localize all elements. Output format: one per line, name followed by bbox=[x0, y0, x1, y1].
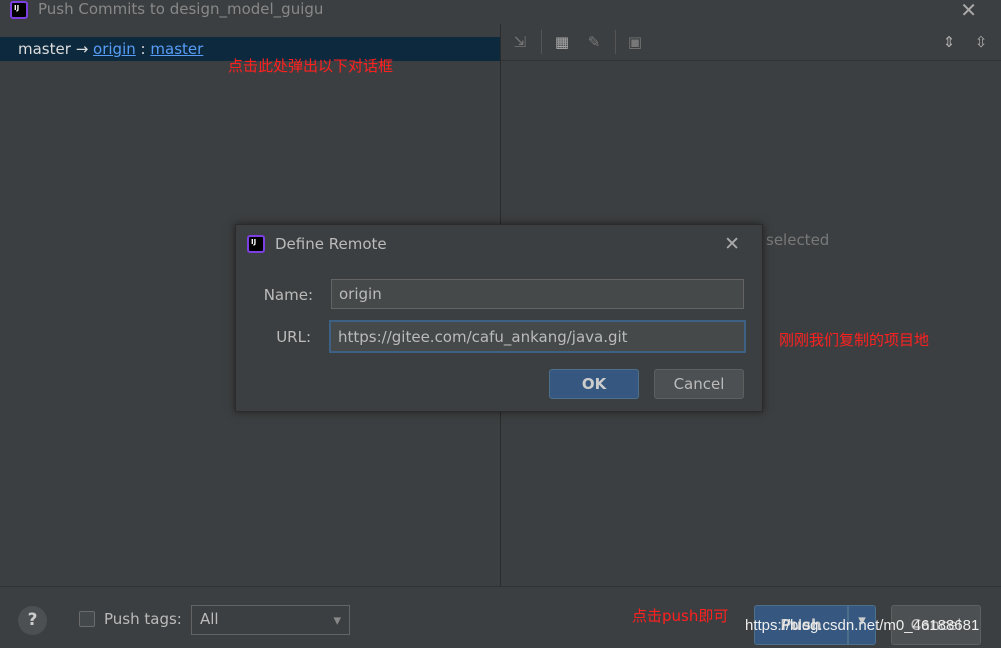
define-remote-dialog: IJ Define Remote ✕ Name: URL: OK Cancel bbox=[235, 224, 763, 412]
cherry-pick-icon[interactable]: ⇲ bbox=[511, 33, 529, 51]
annotation-click-push: 点击push即可 bbox=[632, 607, 729, 625]
expand-all-icon[interactable]: ⇕ bbox=[940, 33, 958, 51]
separator: : bbox=[140, 40, 146, 58]
arrow-icon: → bbox=[75, 40, 89, 58]
watermark: https://blog.csdn.net/m0_46188681 bbox=[745, 617, 980, 634]
name-input[interactable] bbox=[331, 279, 744, 309]
toolbar-separator bbox=[541, 30, 542, 54]
collapse-all-icon[interactable]: ⇳ bbox=[972, 33, 990, 51]
edit-icon[interactable]: ✎ bbox=[585, 33, 603, 51]
close-icon[interactable]: ✕ bbox=[960, 0, 977, 22]
group-by-icon[interactable]: ▦ bbox=[553, 33, 571, 51]
window-title: Push Commits to design_model_guigu bbox=[38, 0, 324, 18]
remote-branch-link[interactable]: master bbox=[150, 40, 203, 58]
annotation-click-here: 点击此处弹出以下对话框 bbox=[228, 57, 394, 75]
help-button[interactable]: ? bbox=[18, 606, 47, 635]
title-bar: IJ Push Commits to design_model_guigu ✕ bbox=[0, 0, 1001, 24]
annotation-copied-address: 刚刚我们复制的项目地 bbox=[779, 331, 930, 349]
tags-select-value: All bbox=[200, 610, 219, 628]
chevron-down-icon: ▾ bbox=[333, 611, 341, 629]
intellij-logo-icon: IJ bbox=[247, 235, 265, 253]
name-label: Name: bbox=[263, 286, 313, 304]
intellij-logo-icon: IJ bbox=[10, 1, 28, 19]
dialog-title: Define Remote bbox=[275, 235, 387, 253]
remote-link[interactable]: origin bbox=[93, 40, 136, 58]
empty-details-text: selected bbox=[766, 231, 830, 249]
push-tags-checkbox[interactable] bbox=[79, 611, 95, 627]
details-toolbar: ⇲ ▦ ✎ ▣ ⇕ ⇳ bbox=[501, 24, 1001, 61]
ok-button[interactable]: OK bbox=[549, 369, 639, 399]
url-label: URL: bbox=[276, 328, 311, 346]
toolbar-separator bbox=[615, 30, 616, 54]
save-icon[interactable]: ▣ bbox=[626, 33, 644, 51]
dialog-close-icon[interactable]: ✕ bbox=[724, 233, 740, 255]
url-input[interactable] bbox=[329, 320, 746, 353]
tags-select[interactable]: All ▾ bbox=[191, 605, 350, 635]
dialog-cancel-button[interactable]: Cancel bbox=[654, 369, 744, 399]
local-branch: master bbox=[18, 40, 71, 58]
push-tags-label: Push tags: bbox=[104, 610, 182, 628]
